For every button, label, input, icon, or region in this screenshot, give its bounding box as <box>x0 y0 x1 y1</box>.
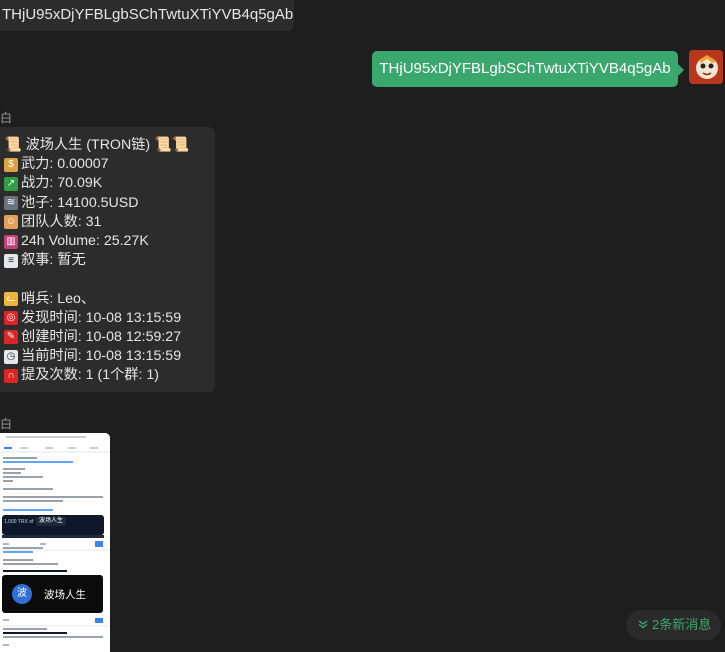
card-row-text: 24h Volume: 25.27K <box>21 232 149 249</box>
card-row: $ 武力: 0.00007 <box>4 155 215 174</box>
card-row-text: 战力: 70.09K <box>21 175 103 192</box>
card-row: ≋ 池子: 14100.5USD <box>4 194 215 213</box>
tweet-screenshot-image <box>0 433 110 652</box>
cat-icon: ᓚ <box>4 292 18 307</box>
card-row-text: 武力: 0.00007 <box>21 156 109 173</box>
card-row: ◷ 当前时间: 10-08 13:15:59 <box>4 347 215 366</box>
chevron-down-icon <box>638 610 648 640</box>
sender-name: 白 <box>0 417 13 431</box>
sender-name: 白 <box>0 111 13 125</box>
new-messages-button[interactable]: 2条新消息 <box>626 610 721 640</box>
token-info-card[interactable]: 📜 波场人生 (TRON链) 📜📜 $ 武力: 0.00007 ↗ 战力: 70.09… <box>0 127 215 392</box>
avatar-image-icon <box>689 50 723 84</box>
my-message-bubble[interactable]: THjU95xDjYFBLgbSChTwtuXTiYVB4q5gAb <box>372 51 684 87</box>
card-row-text: 发现时间: 10-08 13:15:59 <box>21 309 182 326</box>
card-row-text: 创建时间: 10-08 12:59:27 <box>21 328 182 345</box>
card-row-text: 哨兵: Leo、 <box>21 290 96 307</box>
card-row: ◎ 发现时间: 10-08 13:15:59 <box>4 309 215 328</box>
money-bag-icon: $ <box>4 157 18 172</box>
message-text: THjU95xDjYFBLgbSChTwtuXTiYVB4q5gAb <box>379 60 671 77</box>
clock-icon: ◷ <box>4 349 18 364</box>
token-name-label: 波场人生 <box>44 589 86 601</box>
card-title: 📜 波场人生 (TRON链) 📜📜 <box>4 137 190 153</box>
card-row-text: 提及次数: 1 (1个群: 1) <box>21 367 159 384</box>
memo-icon: ≡ <box>4 253 18 268</box>
card-row-text: 当前时间: 10-08 13:15:59 <box>21 348 182 365</box>
card-row-text: 池子: 14100.5USD <box>21 194 139 211</box>
token-avatar-initial: 波 <box>17 588 27 599</box>
team-icon: ☺ <box>4 215 18 230</box>
my-avatar[interactable] <box>689 50 723 84</box>
card-row: ≡ 叙事: 暂无 <box>4 251 215 270</box>
trx-amount-label: 1,000 TRX of <box>4 519 34 525</box>
card-row: ᓚ 哨兵: Leo、 <box>4 290 215 309</box>
image-message[interactable]: 1,000 TRX of 波场人生 波 波场人生 <box>0 433 110 652</box>
chart-up-icon: ↗ <box>4 176 18 191</box>
card-row-text: 团队人数: 31 <box>21 213 102 230</box>
bar-chart-icon: ▥ <box>4 234 18 249</box>
card-row: ✎ 创建时间: 10-08 12:59:27 <box>4 328 215 347</box>
pin-icon: ✎ <box>4 330 18 345</box>
card-row: ▥ 24h Volume: 25.27K <box>4 232 215 251</box>
pool-icon: ≋ <box>4 196 18 211</box>
card-row: ∩ 提及次数: 1 (1个群: 1) <box>4 366 215 385</box>
card-row: ☺ 团队人数: 31 <box>4 213 215 232</box>
message-text: THjU95xDjYFBLgbSChTwtuXTiYVB4q5gAb <box>2 6 294 23</box>
magnet-icon: ∩ <box>4 368 18 383</box>
message-bubble-top[interactable]: THjU95xDjYFBLgbSChTwtuXTiYVB4q5gAb <box>0 0 294 31</box>
card-row-text: 叙事: 暂无 <box>21 252 86 269</box>
new-messages-label: 2条新消息 <box>652 617 712 632</box>
token-tag: 波场人生 <box>36 517 67 526</box>
target-icon: ◎ <box>4 311 18 326</box>
card-row: ↗ 战力: 70.09K <box>4 174 215 193</box>
bubble-tail <box>678 64 684 76</box>
